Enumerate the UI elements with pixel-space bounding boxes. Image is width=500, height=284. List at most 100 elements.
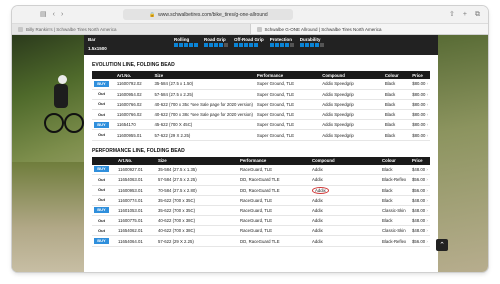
- compound-value-cell: Addix: [310, 174, 380, 186]
- colour-value: Black: [384, 112, 396, 118]
- tire-size-cell: 35-584 (27.5 x 1.35): [156, 164, 238, 176]
- performance-value: Super Ground, TLE: [256, 81, 295, 87]
- performance-value-cell: RaceGuard, TLE: [238, 225, 310, 237]
- column-header: Compound: [310, 156, 380, 165]
- performance-value-cell: RaceGuard, TLE: [238, 164, 310, 176]
- stock-button: Out: [98, 91, 105, 97]
- tab-billy-rankins[interactable]: Billy Rankin's | Schwalbe Tires North Am…: [12, 24, 250, 34]
- chevron-right-icon[interactable]: ›: [425, 188, 427, 193]
- section-title-evolution: EVOLUTION LINE, FOLDING BEAD: [92, 62, 175, 68]
- art-number-cell: 11600955.01: [114, 129, 153, 141]
- compound-value: Addix Speedgrip: [322, 112, 354, 118]
- performance-value: RaceGuard, TLE: [240, 228, 273, 234]
- price-value-cell: $48.00 ›: [410, 225, 430, 237]
- chevron-right-icon[interactable]: ›: [425, 133, 428, 138]
- performance-value-cell: Super Ground, TLE: [254, 119, 321, 131]
- price-value-cell: $80.00 ›: [410, 109, 430, 121]
- compound-value: Addix Speedgrip: [322, 122, 354, 128]
- ratings-row-label: Bar: [88, 37, 96, 42]
- price-value: $80.00: [412, 91, 426, 97]
- performance-value: Super Ground, TLE: [256, 132, 295, 138]
- colour-value-cell: Black: [380, 185, 410, 196]
- stock-button[interactable]: BUY: [94, 238, 109, 245]
- performance-value-cell: Super Ground, TLE: [254, 99, 321, 111]
- tabs-overview-icon[interactable]: ⧉: [475, 11, 480, 18]
- performance-value-cell: RaceGuard, TLE: [238, 215, 310, 227]
- compound-value-cell: Addix: [310, 225, 380, 237]
- colour-value-cell: Black: [382, 99, 411, 111]
- price-value-cell: $48.00 ›: [410, 164, 430, 176]
- tab-g-one-allround[interactable]: Schwalbe G-ONE Allround | Schwalbe Tires…: [249, 24, 488, 34]
- favicon-icon: [256, 26, 262, 32]
- art-number-cell: 11654170: [114, 119, 153, 131]
- address-bar[interactable]: 🔒 www.schwalbetires.com/bike_tires/g-one…: [123, 9, 294, 20]
- rating-title: Road Grip: [204, 37, 226, 42]
- performance-value-cell: RaceGuard, TLE: [238, 195, 310, 206]
- chevron-right-icon[interactable]: ›: [425, 112, 428, 117]
- compound-value-cell: Addix Speedgrip: [320, 79, 383, 90]
- stock-button: Out: [98, 217, 105, 223]
- table-row: Out 11600766.02 40-622 (700 x 38c *see Sal…: [92, 109, 430, 121]
- chevron-right-icon[interactable]: ›: [425, 228, 427, 233]
- stock-button-cell: Out: [92, 89, 115, 100]
- table-header-row: Art.No. Size Performance Compound Colour…: [92, 71, 430, 79]
- chevron-right-icon[interactable]: ›: [425, 102, 428, 107]
- chevron-right-icon[interactable]: ›: [425, 239, 427, 244]
- cyclist-background-photo: [12, 35, 84, 272]
- rating-bars: [269, 43, 294, 47]
- tire-size: 57-584 (27.5 x 2.25): [158, 177, 197, 183]
- art-number: 11654062.01: [118, 228, 143, 234]
- stock-button[interactable]: BUY: [94, 121, 109, 128]
- rating-off-road-grip: Off-Road Grip: [234, 37, 264, 47]
- art-number: 11601053.01: [118, 207, 143, 213]
- compound-value-cell: Addix Speedgrip: [320, 89, 383, 100]
- rating-bars: [299, 43, 324, 47]
- sidebar-icon[interactable]: ▤: [40, 11, 47, 18]
- art-number-cell: 11600927.01: [116, 164, 156, 176]
- compound-value-cell: Addix: [310, 185, 380, 196]
- tire-size: 57-622 (29 X 2.25): [158, 238, 194, 244]
- table-row: BUY 11654170 45-622 (700 X 45C) Super Groun…: [92, 119, 430, 131]
- table-row: Out 11600953.01 70-584 (27.5 x 2.80) DD, Ra…: [92, 185, 430, 196]
- colour-value-cell: Classic-Skin: [380, 225, 410, 237]
- chevron-right-icon[interactable]: ›: [425, 177, 427, 182]
- chevron-right-icon[interactable]: ›: [425, 81, 428, 86]
- chevron-right-icon[interactable]: ›: [425, 198, 427, 203]
- scroll-to-top-button[interactable]: ⌃: [436, 239, 448, 251]
- tire-size-cell: 35-622 (700 x 35C): [156, 195, 238, 206]
- table-header-row: Art.No. Size Performance Compound Colour…: [92, 156, 430, 165]
- new-tab-icon[interactable]: +: [463, 11, 467, 18]
- stock-button[interactable]: BUY: [94, 207, 109, 214]
- performance-value: RaceGuard, TLE: [240, 218, 273, 224]
- compound-value: Addix: [312, 218, 323, 224]
- chevron-right-icon[interactable]: ›: [425, 92, 428, 97]
- column-header: Art.No.: [114, 71, 153, 79]
- back-icon[interactable]: ‹: [53, 11, 55, 18]
- stock-button[interactable]: BUY: [94, 166, 109, 173]
- compound-value-cell: Addix Speedgrip: [320, 109, 383, 121]
- chevron-right-icon[interactable]: ›: [425, 122, 428, 127]
- column-header: Size: [156, 156, 238, 165]
- chevron-right-icon[interactable]: ›: [425, 218, 427, 223]
- compound-value: Addix: [312, 238, 323, 244]
- performance-value-cell: RaceGuard, TLE: [238, 205, 310, 217]
- colour-value-cell: Black: [382, 109, 411, 121]
- forward-icon[interactable]: ›: [61, 11, 63, 18]
- compound-value-cell: Addix: [310, 164, 380, 176]
- art-number: 11600774.01: [118, 197, 143, 203]
- stock-button[interactable]: BUY: [94, 80, 109, 87]
- price-value: $80.00: [412, 112, 426, 118]
- share-icon[interactable]: ⇧: [449, 11, 455, 18]
- colour-value: Black: [382, 197, 393, 203]
- tire-size: 57-622 (29 X 2.25): [154, 132, 191, 138]
- stock-button-cell: BUY: [92, 235, 116, 247]
- compound-value: Addix: [312, 207, 323, 213]
- art-number: 11654064.01: [118, 238, 143, 244]
- colour-value-cell: Black: [382, 89, 411, 100]
- performance-table: Art.No. Size Performance Compound Colour…: [92, 156, 430, 247]
- performance-value: DD, RaceGuard TLE: [240, 187, 280, 193]
- chevron-right-icon[interactable]: ›: [425, 167, 427, 172]
- tab-label: Schwalbe G-ONE Allround | Schwalbe Tires…: [264, 26, 382, 32]
- compound-value-cell: Addix: [310, 195, 380, 206]
- chevron-right-icon[interactable]: ›: [425, 208, 427, 213]
